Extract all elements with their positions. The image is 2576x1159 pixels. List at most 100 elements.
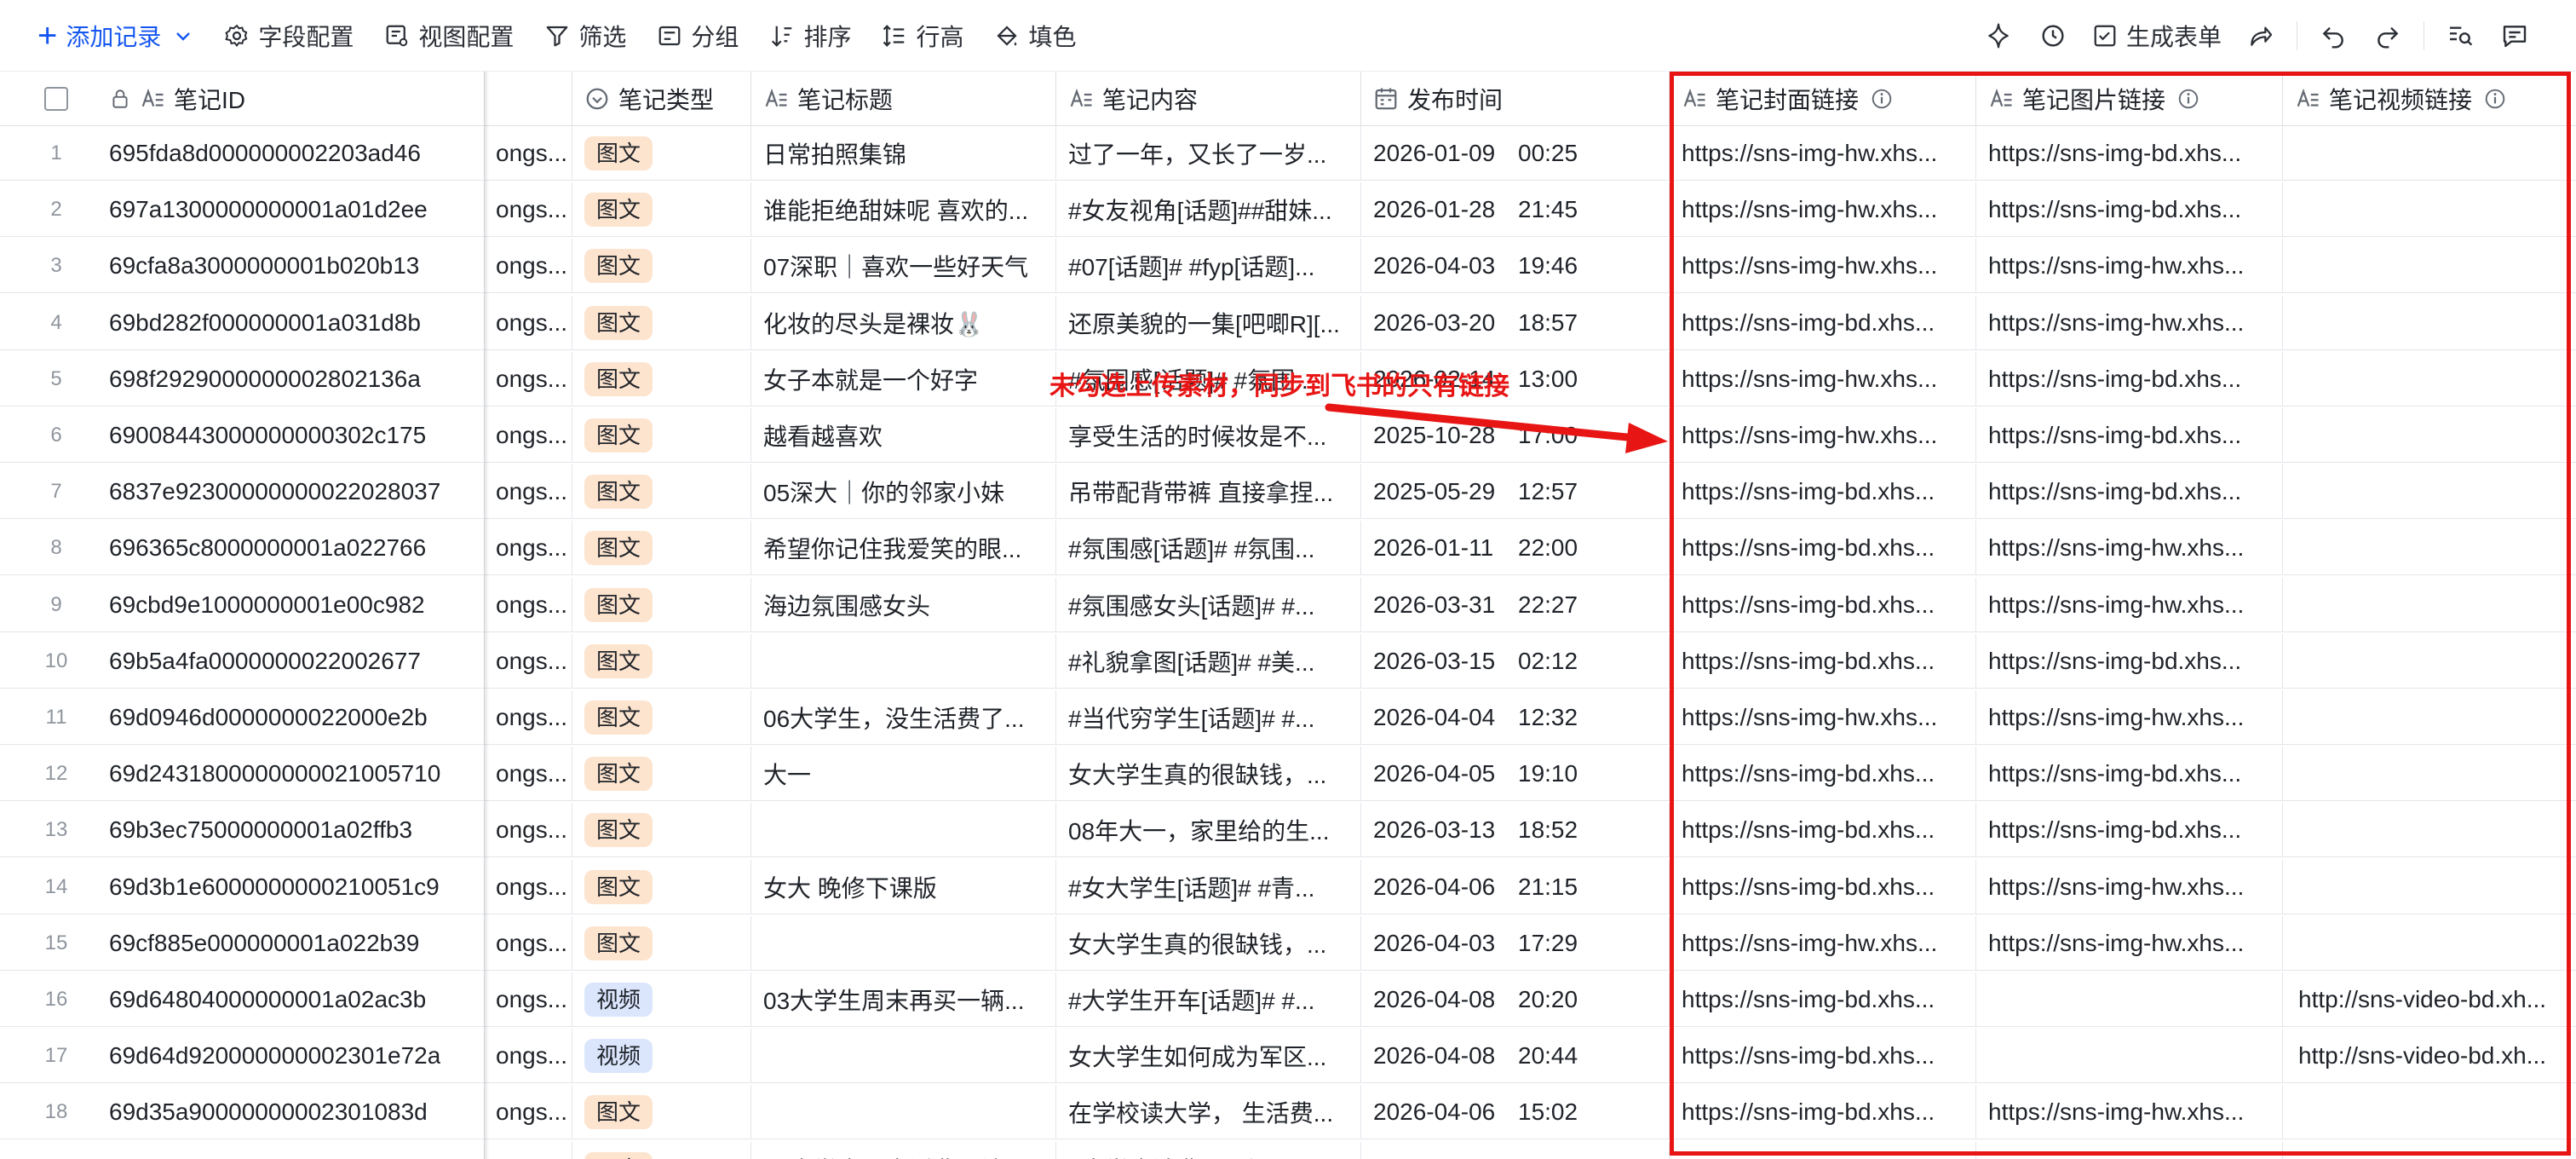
truncated-column-cell[interactable]: ongs... xyxy=(484,633,572,689)
table-row[interactable]: 4 69bd282f000000001a031d8b ongs... 图文 化妆的尽头是… xyxy=(0,295,2576,350)
filter-button[interactable]: 筛选 xyxy=(529,12,641,60)
table-row[interactable]: 15 69cf885e000000001a022b39 ongs... 图文 女大学生真… xyxy=(0,915,2576,971)
note-content-cell[interactable]: 08年大一，家里给的生... xyxy=(1056,803,1361,858)
image-link-cell[interactable]: https://sns-img-hw.xhs... xyxy=(1976,521,2283,576)
note-content-cell[interactable]: 享受生活的时候妆是不... xyxy=(1056,408,1361,463)
row-number[interactable]: 11 xyxy=(0,690,112,745)
video-link-cell[interactable]: http://sns-video-bd.xh... xyxy=(2283,972,2576,1027)
note-title-cell[interactable]: 日常拍照集锦 xyxy=(751,126,1056,181)
cover-link-cell[interactable]: https://sns-img-hw.xhs... xyxy=(1670,408,1976,463)
publish-time-cell[interactable]: 2026-03-20 18:57 xyxy=(1361,295,1670,350)
note-content-cell[interactable]: #礼貌拿图[话题]# #美... xyxy=(1056,633,1361,689)
truncated-column-cell[interactable]: ongs... xyxy=(484,1085,572,1140)
truncated-column-cell[interactable]: ongs... xyxy=(484,182,572,238)
row-height-button[interactable]: 行高 xyxy=(866,12,979,60)
note-type-cell[interactable]: 图文 xyxy=(572,351,751,407)
note-content-cell[interactable]: #大学生开车[话题]# #... xyxy=(1056,972,1361,1027)
note-id-cell[interactable]: 69bd282f000000001a031d8b xyxy=(97,296,484,350)
note-content-cell[interactable]: 过了一年，又长了一岁... xyxy=(1056,126,1361,181)
note-title-cell[interactable] xyxy=(751,1029,1056,1084)
note-id-cell[interactable]: 69b5a4fa0000000022002677 xyxy=(97,634,484,689)
publish-time-cell[interactable]: 2025-10-28 17:00 xyxy=(1361,408,1670,463)
row-number[interactable]: 4 xyxy=(0,296,112,350)
table-row[interactable]: 8 696365c8000000001a022766 ongs... 图文 希望你记住我… xyxy=(0,521,2576,576)
video-link-cell[interactable] xyxy=(2283,578,2576,632)
truncated-column-cell[interactable]: ongs... xyxy=(484,239,572,294)
fill-color-button[interactable]: 填色 xyxy=(979,12,1091,60)
video-link-cell[interactable] xyxy=(2283,239,2576,293)
note-title-cell[interactable] xyxy=(751,803,1056,858)
truncated-column-cell[interactable]: ongs... xyxy=(484,351,572,407)
video-link-cell[interactable] xyxy=(2283,408,2576,463)
note-id-cell[interactable]: 69d0946d0000000022000e2b xyxy=(97,690,484,745)
column-header-video-link[interactable]: 笔记视频链接 xyxy=(2283,72,2576,126)
info-icon[interactable] xyxy=(1871,88,1893,110)
table-row[interactable]: 18 69d35a90000000002301083d ongs... 图文 在学校读大… xyxy=(0,1085,2576,1140)
table-row[interactable]: 13 69b3ec75000000001a02ffb3 ongs... 图文 08年大一… xyxy=(0,803,2576,858)
truncated-column-cell[interactable]: ongs... xyxy=(484,915,572,971)
truncated-column-cell[interactable]: ongs... xyxy=(484,577,572,632)
note-content-cell[interactable]: 女大学生如何成为军区... xyxy=(1056,1029,1361,1084)
note-type-cell[interactable]: 图文 xyxy=(572,126,751,181)
note-content-cell[interactable]: #大学生消费观[话题]# ... xyxy=(1056,1141,1361,1159)
sort-button[interactable]: 排序 xyxy=(754,12,866,60)
row-number[interactable]: 7 xyxy=(0,464,112,519)
chevron-down-icon[interactable] xyxy=(173,26,193,46)
note-id-cell[interactable]: 6837e92300000000022028037 xyxy=(97,464,484,519)
select-all-checkbox-cell[interactable] xyxy=(0,72,112,126)
cover-link-cell[interactable]: https://sns-img-bd.xhs... xyxy=(1670,1085,1976,1140)
note-id-cell[interactable]: 69cbd9e1000000001e00c982 xyxy=(97,578,484,632)
note-content-cell[interactable]: #07[话题]# #fyp[话题]... xyxy=(1056,239,1361,294)
note-content-cell[interactable]: 女大学生真的很缺钱，... xyxy=(1056,915,1361,971)
video-link-cell[interactable] xyxy=(2283,1142,2576,1159)
note-type-cell[interactable]: 图文 xyxy=(572,182,751,238)
cover-link-cell[interactable]: https://sns-img-hw.xhs... xyxy=(1670,351,1976,407)
truncated-column-cell[interactable]: ongs... xyxy=(484,295,572,350)
image-link-cell[interactable]: https://sns-img-bd.xhs... xyxy=(1976,182,2283,238)
note-id-cell[interactable]: 69d64804000000001a02ac3b xyxy=(97,972,484,1027)
cover-link-cell[interactable]: https://sns-img-hw.xhs... xyxy=(1670,239,1976,294)
note-content-cell[interactable]: #氛围感女头[话题]# #... xyxy=(1056,577,1361,632)
view-config-button[interactable]: 视图配置 xyxy=(369,12,529,60)
note-content-cell[interactable]: #当代穷学生[话题]# #... xyxy=(1056,690,1361,745)
select-all-checkbox[interactable] xyxy=(44,87,68,111)
row-number[interactable]: 9 xyxy=(0,578,112,632)
video-link-cell[interactable] xyxy=(2283,464,2576,519)
column-header-publish-time[interactable]: 发布时间 xyxy=(1361,72,1670,126)
undo-button[interactable] xyxy=(2306,12,2360,60)
image-link-cell[interactable]: https://sns-img-bd.xhs... xyxy=(1976,1141,2283,1159)
note-title-cell[interactable]: 女子本就是一个好字 xyxy=(751,351,1056,407)
table-row[interactable]: 9 69cbd9e1000000001e00c982 ongs... 图文 海边氛围感女… xyxy=(0,577,2576,632)
note-content-cell[interactable]: #氛围感[话题]# #氛围... xyxy=(1056,521,1361,576)
image-link-cell[interactable]: https://sns-img-hw.xhs... xyxy=(1976,915,2283,971)
note-type-cell[interactable]: 图文 xyxy=(572,859,751,914)
row-number[interactable]: 13 xyxy=(0,803,112,857)
truncated-column-cell[interactable]: ongs... xyxy=(484,747,572,802)
row-number[interactable]: 10 xyxy=(0,634,112,689)
note-type-cell[interactable]: 图文 xyxy=(572,1085,751,1140)
video-link-cell[interactable] xyxy=(2283,521,2576,575)
note-type-cell[interactable]: 图文 xyxy=(572,521,751,576)
publish-time-cell[interactable]: 2026-04-05 19:10 xyxy=(1361,747,1670,802)
row-number[interactable]: 18 xyxy=(0,1085,112,1139)
row-number[interactable]: 16 xyxy=(0,972,112,1027)
column-header-note-title[interactable]: 笔记标题 xyxy=(751,72,1056,126)
cover-link-cell[interactable]: https://sns-img-bd.xhs... xyxy=(1670,633,1976,689)
cover-link-cell[interactable]: https://sns-img-bd.xhs... xyxy=(1670,577,1976,632)
video-link-cell[interactable] xyxy=(2283,747,2576,801)
note-id-cell[interactable]: 697a1300000000001a01d2ee xyxy=(97,182,484,237)
image-link-cell[interactable]: https://sns-img-hw.xhs... xyxy=(1976,859,2283,914)
image-link-cell[interactable]: https://sns-img-hw.xhs... xyxy=(1976,239,2283,294)
video-link-cell[interactable] xyxy=(2283,182,2576,237)
row-number[interactable]: 5 xyxy=(0,352,112,407)
publish-time-cell[interactable]: 2026-03-13 18:52 xyxy=(1361,803,1670,858)
note-title-cell[interactable]: 06大学生没生活费了该... xyxy=(751,1141,1056,1159)
publish-time-cell[interactable]: 2026-04-06 21:15 xyxy=(1361,859,1670,914)
note-content-cell[interactable]: 在学校读大学， 生活费... xyxy=(1056,1085,1361,1140)
cover-link-cell[interactable]: https://sns-img-hw.xhs... xyxy=(1670,182,1976,238)
note-type-cell[interactable]: 图文 xyxy=(572,633,751,689)
publish-time-cell[interactable]: 2026-04-08 20:44 xyxy=(1361,1029,1670,1084)
row-number[interactable]: 14 xyxy=(0,860,112,914)
video-link-cell[interactable] xyxy=(2283,860,2576,914)
table-row[interactable]: 14 69d3b1e6000000000210051c9 ongs... 图文 女大 晚… xyxy=(0,859,2576,914)
